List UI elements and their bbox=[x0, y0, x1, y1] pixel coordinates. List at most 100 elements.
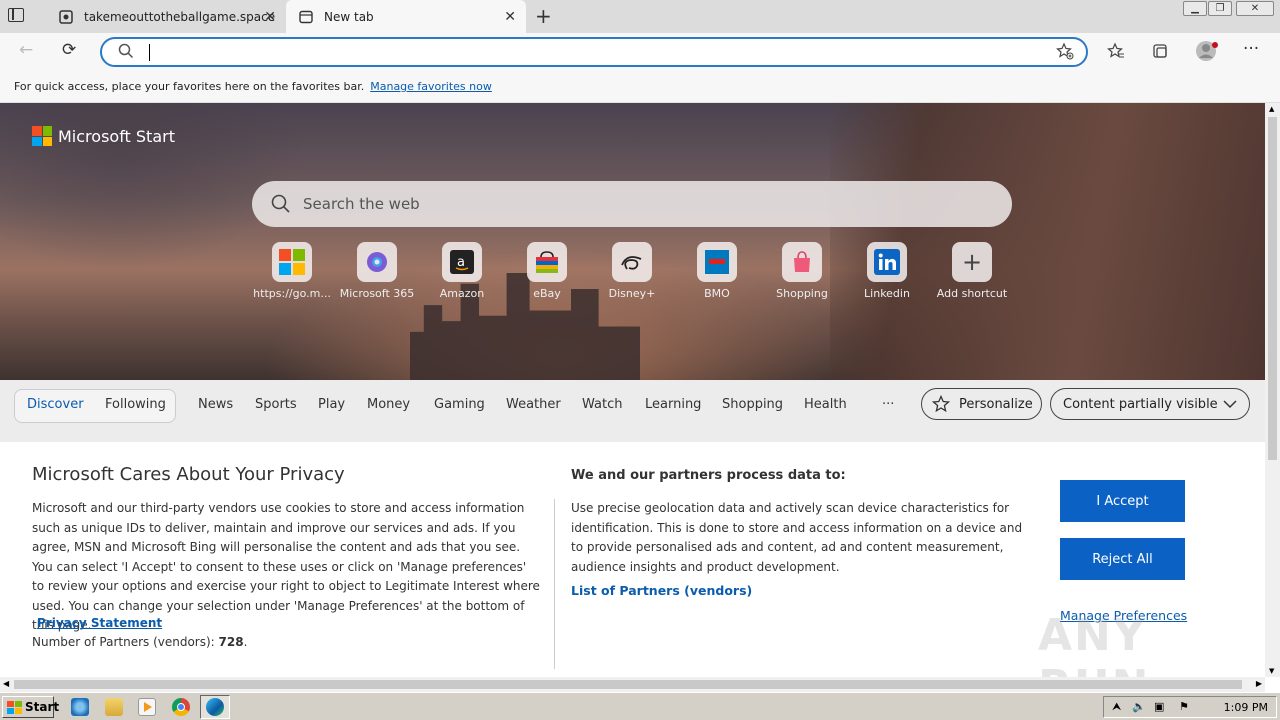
network-icon[interactable]: ▣ bbox=[1154, 700, 1164, 713]
close-tab-icon[interactable]: ✕ bbox=[504, 9, 516, 25]
close-window-icon[interactable]: ✕ bbox=[1236, 1, 1274, 16]
nav-sports[interactable]: Sports bbox=[255, 397, 297, 412]
start-button[interactable]: Start bbox=[2, 696, 59, 718]
privacy-consent-banner: Microsoft Cares About Your Privacy Micro… bbox=[0, 442, 1265, 677]
shortcut-label: Add shortcut bbox=[936, 287, 1008, 300]
shortcut-label: Shopping bbox=[776, 287, 828, 300]
manage-favorites-link[interactable]: Manage favorites now bbox=[370, 80, 492, 93]
media-player-icon[interactable] bbox=[138, 698, 156, 716]
partners-count-label: Number of Partners (vendors): bbox=[32, 635, 215, 649]
show-hidden-icons-icon[interactable]: ⮝ bbox=[1112, 700, 1121, 714]
star-sparkle-icon bbox=[932, 395, 950, 413]
shortcut-disney-plus[interactable]: Disney+ bbox=[592, 242, 672, 300]
nav-weather[interactable]: Weather bbox=[506, 397, 561, 412]
partners-count-period: . bbox=[243, 635, 248, 649]
more-categories-button[interactable]: ··· bbox=[882, 397, 894, 412]
tab-takemeout[interactable]: takemeouttotheballgame.space ✕ bbox=[48, 0, 286, 33]
category-nav: Discover Following News Sports Play Mone… bbox=[0, 380, 1265, 442]
microsoft-logo-icon bbox=[32, 126, 52, 146]
microsoft-start-logo[interactable]: Microsoft Start bbox=[32, 126, 175, 146]
shortcut-ebay[interactable]: eBay bbox=[507, 242, 587, 300]
accept-button[interactable]: I Accept bbox=[1060, 480, 1185, 522]
chevron-down-icon bbox=[1223, 398, 1237, 413]
restore-icon[interactable]: ❐ bbox=[1208, 1, 1232, 16]
taskbar-edge-active[interactable] bbox=[200, 695, 230, 719]
horizontal-scrollbar[interactable]: ◀ ▶ bbox=[0, 677, 1265, 692]
shortcut-go-m[interactable]: https://go.m... bbox=[252, 242, 332, 300]
scroll-up-icon[interactable]: ▲ bbox=[1269, 105, 1274, 113]
nav-watch[interactable]: Watch bbox=[582, 397, 622, 412]
start-label: Start bbox=[25, 700, 60, 714]
taskbar: Start ⮝ 🔈 ▣ ⚑ 1:09 PM bbox=[0, 692, 1280, 720]
web-search-box[interactable]: Search the web bbox=[252, 181, 1012, 227]
shortcut-label: Microsoft 365 bbox=[339, 287, 415, 300]
shortcut-amazon[interactable]: a Amazon bbox=[422, 242, 502, 300]
add-shortcut-button[interactable]: + Add shortcut bbox=[932, 242, 1012, 300]
search-placeholder: Search the web bbox=[303, 195, 420, 213]
partners-list-link[interactable]: List of Partners (vendors) bbox=[571, 583, 752, 598]
action-center-flag-icon[interactable]: ⚑ bbox=[1179, 700, 1189, 713]
content-visibility-dropdown[interactable]: Content partially visible bbox=[1050, 388, 1250, 420]
personalize-button[interactable]: Personalize bbox=[921, 388, 1042, 420]
scroll-down-icon[interactable]: ▼ bbox=[1269, 667, 1274, 675]
more-options-icon[interactable]: ··· bbox=[1243, 39, 1259, 59]
tab-discover[interactable]: Discover bbox=[27, 397, 84, 412]
search-icon bbox=[118, 43, 134, 63]
file-explorer-icon[interactable] bbox=[105, 698, 123, 716]
internet-explorer-icon[interactable] bbox=[71, 698, 89, 716]
nav-gaming[interactable]: Gaming bbox=[434, 397, 485, 412]
tab-title: takemeouttotheballgame.space bbox=[84, 9, 276, 24]
windows-flag-icon bbox=[7, 700, 22, 714]
shortcut-bmo[interactable]: BMO bbox=[677, 242, 757, 300]
clock[interactable]: 1:09 PM bbox=[1224, 701, 1268, 714]
reject-all-button[interactable]: Reject All bbox=[1060, 538, 1185, 580]
back-arrow-icon[interactable]: ← bbox=[19, 40, 33, 60]
microsoft365-icon bbox=[357, 242, 397, 282]
disney-icon bbox=[612, 242, 652, 282]
divider bbox=[554, 499, 555, 669]
favorites-icon[interactable] bbox=[1107, 42, 1125, 64]
ebay-icon bbox=[527, 242, 567, 282]
close-tab-icon[interactable]: ✕ bbox=[264, 9, 276, 25]
chrome-icon[interactable] bbox=[172, 698, 190, 716]
tab-following[interactable]: Following bbox=[105, 397, 166, 412]
nav-health[interactable]: Health bbox=[804, 397, 847, 412]
shortcut-label: https://go.m... bbox=[253, 287, 331, 300]
address-bar[interactable] bbox=[100, 37, 1088, 67]
nav-shopping[interactable]: Shopping bbox=[722, 397, 783, 412]
new-tab-plus-icon[interactable]: + bbox=[535, 4, 552, 28]
shortcut-microsoft-365[interactable]: Microsoft 365 bbox=[337, 242, 417, 300]
privacy-statement-period: . bbox=[148, 616, 152, 630]
nav-play[interactable]: Play bbox=[318, 397, 345, 412]
volume-icon[interactable]: 🔈 bbox=[1132, 700, 1146, 713]
tab-new-tab[interactable]: New tab ✕ bbox=[286, 0, 526, 33]
favorites-bar: For quick access, place your favorites h… bbox=[0, 71, 1280, 103]
navigation-bar: ← ⟳ ··· bbox=[0, 33, 1280, 71]
privacy-statement-link[interactable]: Privacy Statement bbox=[37, 616, 162, 630]
shortcut-label: Linkedin bbox=[864, 287, 910, 300]
scrollbar-thumb[interactable] bbox=[1268, 117, 1277, 460]
microsoft-logo-icon bbox=[272, 242, 312, 282]
scroll-right-icon[interactable]: ▶ bbox=[1256, 679, 1262, 688]
shortcut-linkedin[interactable]: Linkedin bbox=[847, 242, 927, 300]
profile-avatar-icon[interactable] bbox=[1195, 40, 1219, 66]
content-visibility-label: Content partially visible bbox=[1063, 396, 1218, 412]
shortcut-label: eBay bbox=[533, 287, 561, 300]
vertical-scrollbar[interactable]: ▲ ▼ bbox=[1265, 103, 1280, 677]
add-favorite-icon[interactable] bbox=[1056, 42, 1074, 64]
scroll-left-icon[interactable]: ◀ bbox=[3, 679, 9, 688]
nav-learning[interactable]: Learning bbox=[645, 397, 701, 412]
nav-money[interactable]: Money bbox=[367, 397, 410, 412]
collections-icon[interactable] bbox=[1151, 42, 1169, 64]
shortcut-shopping[interactable]: Shopping bbox=[762, 242, 842, 300]
hero-background-image: Microsoft Start Search the web https://g… bbox=[0, 103, 1265, 380]
tab-actions-icon[interactable] bbox=[8, 8, 24, 22]
new-tab-page-icon bbox=[298, 9, 314, 25]
minimize-icon[interactable]: ▁ bbox=[1183, 1, 1207, 16]
privacy-title: Microsoft Cares About Your Privacy bbox=[32, 464, 345, 485]
edge-icon bbox=[206, 698, 224, 716]
refresh-icon[interactable]: ⟳ bbox=[62, 40, 76, 60]
system-tray: ⮝ 🔈 ▣ ⚑ 1:09 PM bbox=[1103, 696, 1277, 718]
nav-news[interactable]: News bbox=[198, 397, 233, 412]
scrollbar-thumb[interactable] bbox=[14, 680, 1242, 689]
